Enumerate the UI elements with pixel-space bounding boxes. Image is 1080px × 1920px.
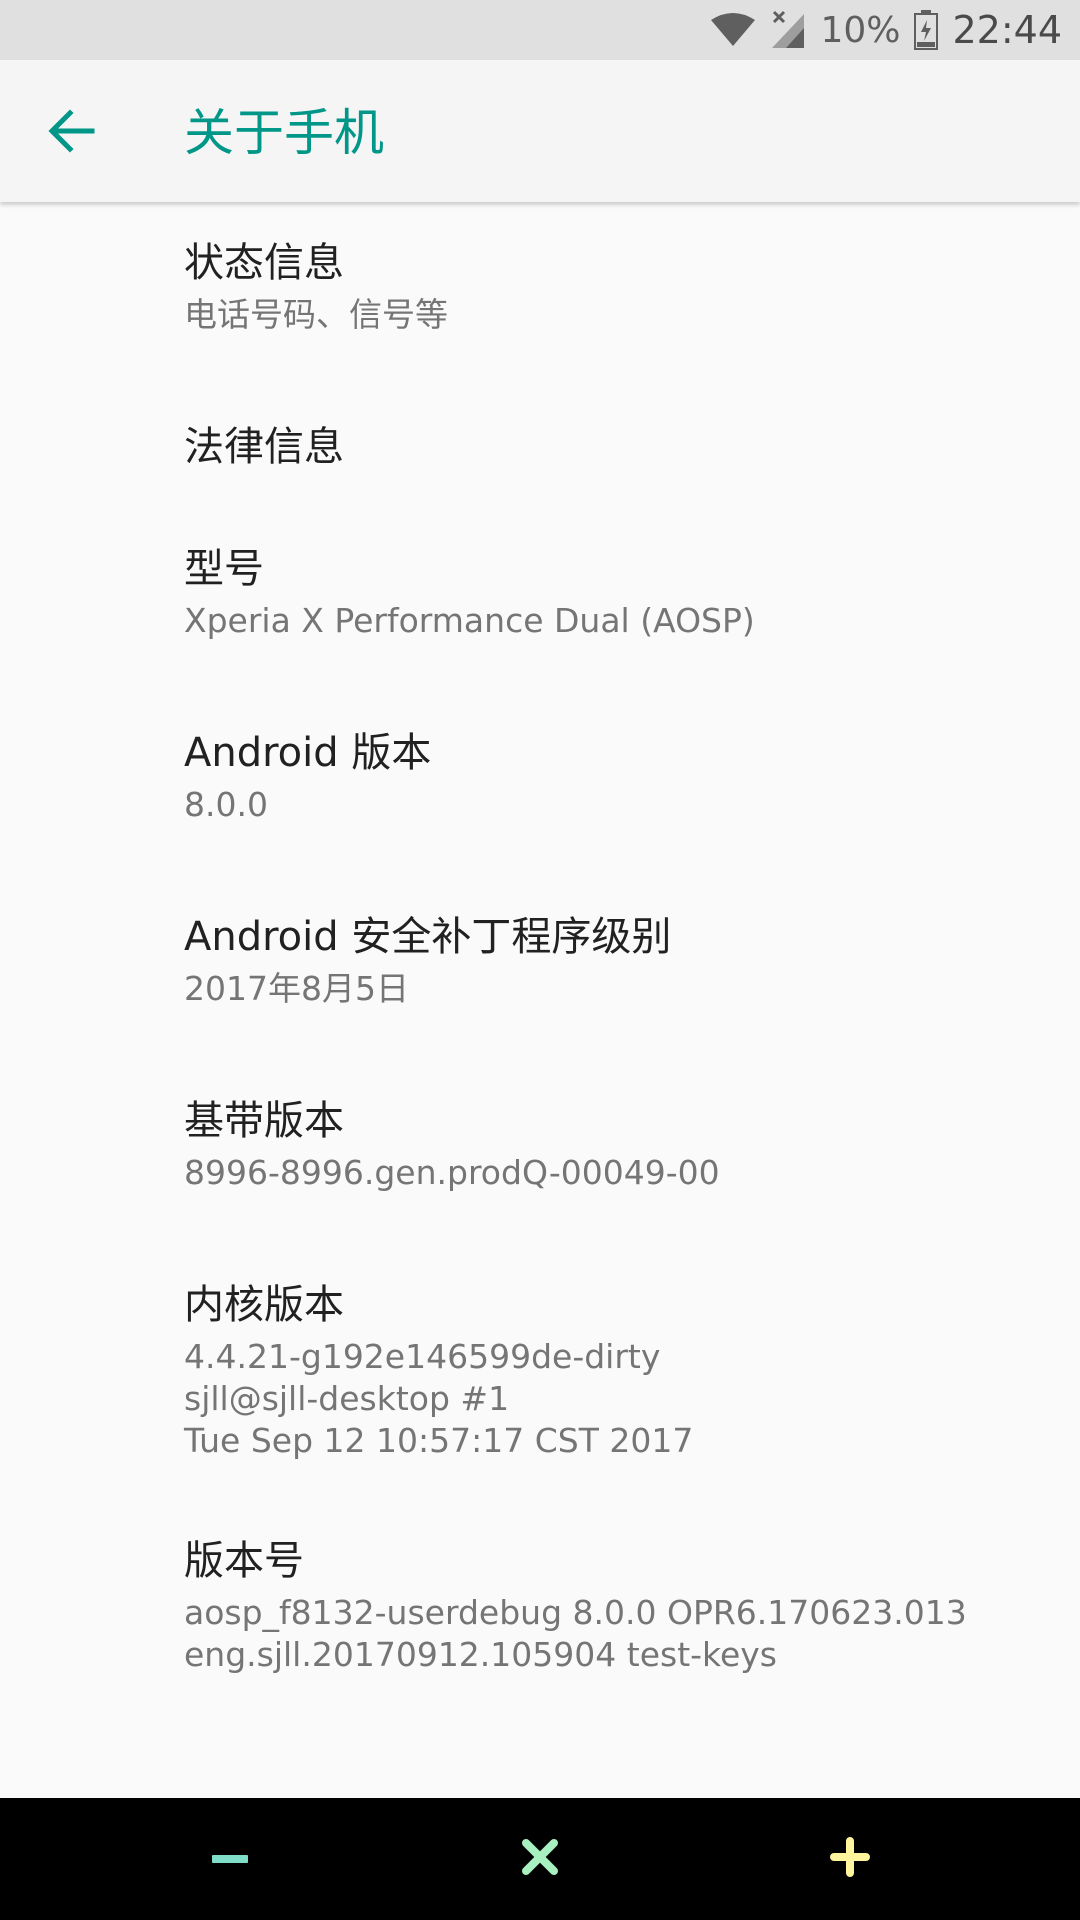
item-summary: Xperia X Performance Dual (AOSP) <box>184 601 755 640</box>
list-item-model[interactable]: 型号 Xperia X Performance Dual (AOSP) <box>184 544 1044 642</box>
app-bar: 关于手机 <box>0 60 1080 202</box>
page-title: 关于手机 <box>184 104 384 162</box>
close-button[interactable] <box>505 1824 575 1894</box>
item-title: Android 版本 <box>184 730 432 776</box>
item-title: 内核版本 <box>184 1282 344 1328</box>
item-summary: 2017年8月5日 <box>184 969 409 1008</box>
minus-icon <box>210 1850 250 1869</box>
plus-button[interactable] <box>815 1824 885 1894</box>
list-item-android-version[interactable]: Android 版本 8.0.0 <box>184 728 1044 826</box>
item-title: 法律信息 <box>184 424 344 470</box>
item-title: 状态信息 <box>184 240 344 286</box>
list-item-security-patch[interactable]: Android 安全补丁程序级别 2017年8月5日 <box>184 912 1044 1010</box>
item-title: Android 安全补丁程序级别 <box>184 914 672 960</box>
status-icons: 10% 22:44 <box>710 0 1062 60</box>
navigation-bar <box>0 1798 1080 1920</box>
arrow-back-icon <box>48 109 96 157</box>
battery-icon <box>914 10 939 50</box>
status-bar: 10% 22:44 <box>0 0 1080 60</box>
list-item-legal-info[interactable]: 法律信息 <box>184 422 1044 472</box>
close-icon <box>520 1837 560 1881</box>
list-item-kernel-version[interactable]: 内核版本 4.4.21-g192e146599de-dirty sjll@sjl… <box>184 1280 1044 1462</box>
no-sim-signal-icon <box>770 10 806 50</box>
item-title: 基带版本 <box>184 1098 344 1144</box>
item-summary: aosp_f8132-userdebug 8.0.0 OPR6.170623.0… <box>184 1593 967 1674</box>
item-summary: 4.4.21-g192e146599de-dirty sjll@sjll-des… <box>184 1337 694 1460</box>
wifi-icon <box>710 12 756 48</box>
list-item-status-info[interactable]: 状态信息 电话号码、信号等 <box>184 238 1044 336</box>
item-summary: 8.0.0 <box>184 785 268 824</box>
back-button[interactable] <box>36 97 108 169</box>
list-item-baseband-version[interactable]: 基带版本 8996-8996.gen.prodQ-00049-00 <box>184 1096 1044 1194</box>
clock: 22:44 <box>952 8 1062 52</box>
item-title: 型号 <box>184 546 264 592</box>
plus-icon <box>830 1837 870 1881</box>
battery-percent: 10% <box>820 9 901 51</box>
list-item-build-number[interactable]: 版本号 aosp_f8132-userdebug 8.0.0 OPR6.1706… <box>184 1536 1044 1676</box>
item-summary: 电话号码、信号等 <box>184 295 448 334</box>
item-summary: 8996-8996.gen.prodQ-00049-00 <box>184 1153 720 1192</box>
item-title: 版本号 <box>184 1538 304 1584</box>
minus-button[interactable] <box>195 1824 265 1894</box>
